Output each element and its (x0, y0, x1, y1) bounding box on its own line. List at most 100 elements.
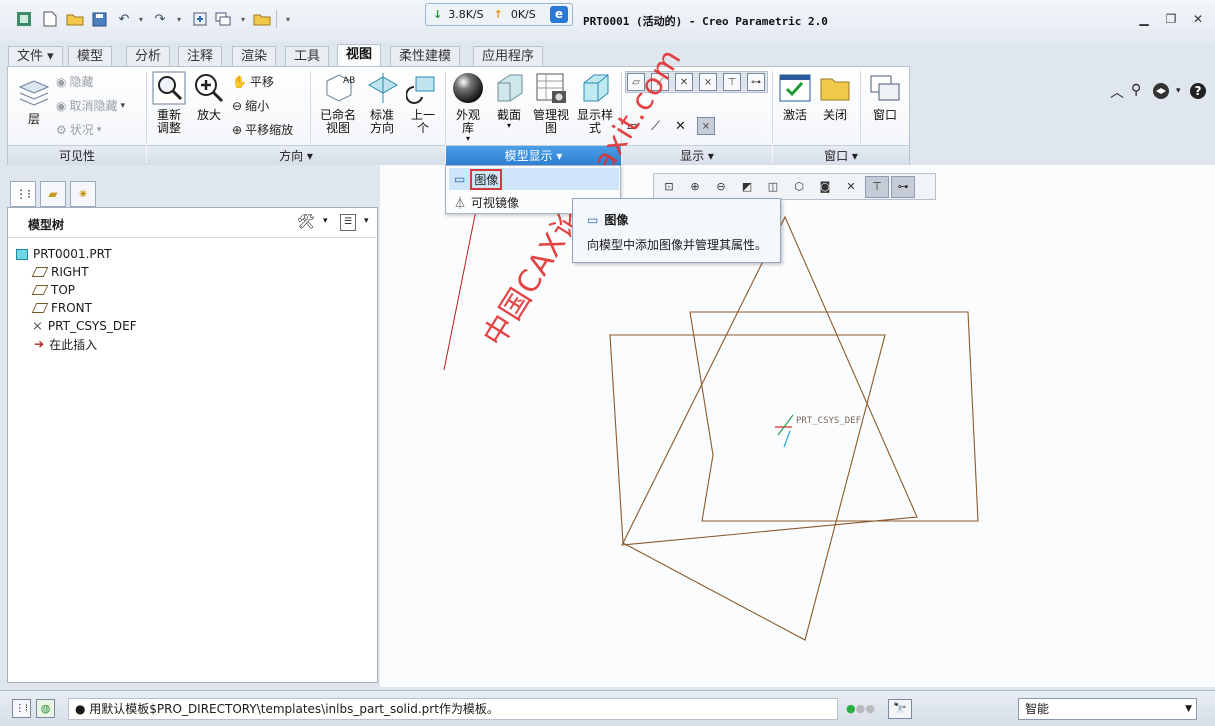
browser-icon[interactable]: e (550, 6, 568, 23)
refit-icon[interactable]: ⊡ (657, 176, 681, 198)
zoom-in-button[interactable]: 放大 (191, 71, 227, 122)
tree-item-top[interactable]: TOP (31, 281, 75, 299)
window-group-label[interactable]: 窗口 ▾ (773, 145, 909, 165)
tab-applications[interactable]: 应用程序 (473, 46, 544, 66)
graphics-window[interactable]: PRT_CSYS_DEF (380, 165, 1215, 687)
search-icon[interactable]: ⚲ (1131, 82, 1141, 100)
unhide-button[interactable]: ◉ 取消隐藏 ▾ (56, 97, 125, 114)
zoom-out-icon[interactable]: ⊖ (709, 176, 733, 198)
tree-item-right[interactable]: RIGHT (31, 263, 89, 281)
status-button[interactable]: ⚙ 状况 ▾ (56, 121, 101, 138)
restore-icon[interactable]: ❐ (1164, 12, 1178, 26)
undo-icon[interactable]: ↶ (114, 9, 134, 29)
tree-item-part[interactable]: PRT0001.PRT (16, 245, 111, 263)
find-icon[interactable]: 🔭 (888, 699, 912, 719)
point-tag-icon[interactable]: ✕ (675, 119, 686, 134)
close-icon[interactable]: ✕ (1191, 12, 1205, 26)
unhide-label: 取消隐藏 (69, 99, 118, 113)
ribbon-tab-bar: 文件 ▾ 模型 分析 注释 渲染 工具 视图 柔性建模 应用程序 ︿ ⚲ ▾ ? (0, 42, 1215, 101)
chevron-down-icon[interactable]: ▾ (323, 216, 328, 226)
tree-item-insert-here[interactable]: ➔ 在此插入 (34, 335, 97, 353)
zoom-out-button[interactable]: ⊖ 缩小 (232, 97, 269, 114)
community-dropdown-icon[interactable]: ▾ (1176, 86, 1181, 104)
annotation-display-icon[interactable]: ⊤ (865, 175, 889, 198)
tab-view[interactable]: 视图 (337, 44, 382, 67)
tab-model-tree[interactable]: ⋮⁝ (10, 181, 36, 207)
close-button[interactable]: 关闭 (817, 71, 853, 122)
tab-flexible-modeling[interactable]: 柔性建模 (390, 46, 461, 66)
new-file-icon[interactable] (40, 9, 60, 29)
minimize-icon[interactable]: ▁ (1137, 12, 1151, 26)
chevron-down-icon[interactable]: ▾ (364, 216, 369, 226)
model-display-group-label[interactable]: 模型显示 ▾ (446, 145, 621, 165)
browser-toggle-icon[interactable]: ◍ (36, 699, 55, 718)
display-style-icon[interactable]: ◫ (761, 176, 785, 198)
standard-orientation-label: 标准方向 (369, 108, 394, 135)
axis-tag-icon[interactable]: ⟋ (651, 119, 660, 134)
close-window-icon[interactable] (252, 9, 272, 29)
visibility-group-label[interactable]: 可见性 (8, 145, 146, 165)
saved-orientations-icon[interactable]: ⬡ (787, 176, 811, 198)
spin-center-icon[interactable]: ⊶ (891, 175, 915, 198)
help-icon[interactable]: ? (1189, 82, 1207, 100)
axis-display-icon[interactable]: ⟋ (651, 73, 669, 91)
appearance-gallery-label: 外观库 (455, 108, 480, 135)
hide-button[interactable]: ◉ 隐藏 (56, 73, 94, 90)
community-icon[interactable] (1152, 82, 1170, 100)
network-speed-widget: ↓ 3.8K/S ↑ 0K/S e (425, 3, 573, 26)
show-options-icon[interactable]: ☰ (340, 214, 356, 231)
tab-file[interactable]: 文件 ▾ (8, 46, 63, 66)
show-group-label[interactable]: 显示 ▾ (622, 145, 772, 165)
tab-render[interactable]: 渲染 (232, 46, 277, 66)
orientation-group-label[interactable]: 方向 ▾ (147, 145, 445, 165)
selection-filter[interactable]: 智能 ▼ (1018, 698, 1197, 720)
layers-button[interactable]: 层 (14, 75, 54, 126)
point-display-icon[interactable]: ✕ (675, 73, 693, 91)
display-style-button[interactable]: 显示样式 (574, 71, 616, 135)
windows-button[interactable]: 窗口 (866, 71, 904, 122)
redo-icon[interactable]: ↷ (150, 9, 170, 29)
section-button[interactable]: 截面 ▾ (491, 71, 527, 130)
collapse-ribbon-icon[interactable]: ︿ (1110, 82, 1124, 101)
zoom-out-icon: ⊖ (232, 98, 243, 113)
csys-display-icon[interactable]: ⨯ (699, 73, 717, 91)
tab-annotate[interactable]: 注释 (178, 46, 223, 66)
plane-display-icon[interactable]: ▱ (627, 73, 645, 91)
zoom-in-icon[interactable]: ⊕ (683, 176, 707, 198)
plane-tag-icon[interactable]: ▱ (627, 119, 637, 134)
tab-analysis[interactable]: 分析 (126, 46, 171, 66)
dropdown-item-image[interactable]: ▭ 图像 (449, 168, 619, 190)
refit-button[interactable]: 重新调整 (150, 71, 188, 135)
view-manager-icon[interactable]: ◙ (813, 176, 837, 198)
tab-tools[interactable]: 工具 (285, 46, 330, 66)
manage-views-button[interactable]: 管理视图 (531, 71, 571, 135)
activate-button[interactable]: 激活 (777, 71, 813, 122)
redo-dropdown-icon[interactable]: ▾ (174, 9, 184, 29)
windows-dropdown-icon[interactable]: ▾ (238, 9, 248, 29)
standard-orientation-button[interactable]: 标准方向 (362, 71, 402, 135)
named-views-button[interactable]: AB 已命名视图 (316, 71, 360, 135)
tab-favorites[interactable]: ✷ (70, 181, 96, 207)
save-icon[interactable] (89, 9, 109, 29)
appearance-gallery-button[interactable]: 外观库 ▾ (450, 71, 486, 143)
tree-item-label: RIGHT (51, 265, 89, 279)
datum-display-filters-icon[interactable]: ✕ (839, 176, 863, 198)
repaint-icon[interactable]: ◩ (735, 176, 759, 198)
pan-button[interactable]: ✋ 平移 (232, 73, 274, 90)
pan-zoom-button[interactable]: ⊕ 平移缩放 (232, 121, 293, 138)
annotation-display-icon[interactable]: ⊤ (723, 73, 741, 91)
tab-folder-browser[interactable]: ▰ (40, 181, 66, 207)
csys-tag-icon[interactable]: ⨯ (697, 117, 715, 135)
open-folder-icon[interactable] (65, 9, 85, 29)
model-tree-toggle-icon[interactable]: ⋮⁝ (12, 699, 31, 718)
undo-dropdown-icon[interactable]: ▾ (136, 9, 146, 29)
spin-center-icon[interactable]: ⊶ (747, 73, 765, 91)
tree-item-csys[interactable]: ⨯ PRT_CSYS_DEF (32, 317, 137, 335)
windows-icon[interactable] (213, 9, 233, 29)
tab-model[interactable]: 模型 (68, 46, 113, 66)
settings-icon[interactable]: 🛠 (297, 214, 315, 230)
previous-view-button[interactable]: 上一个 (404, 71, 442, 135)
regenerate-icon[interactable] (190, 9, 210, 29)
customize-toolbar-icon[interactable]: ▾ (283, 9, 293, 29)
tree-item-front[interactable]: FRONT (31, 299, 92, 317)
